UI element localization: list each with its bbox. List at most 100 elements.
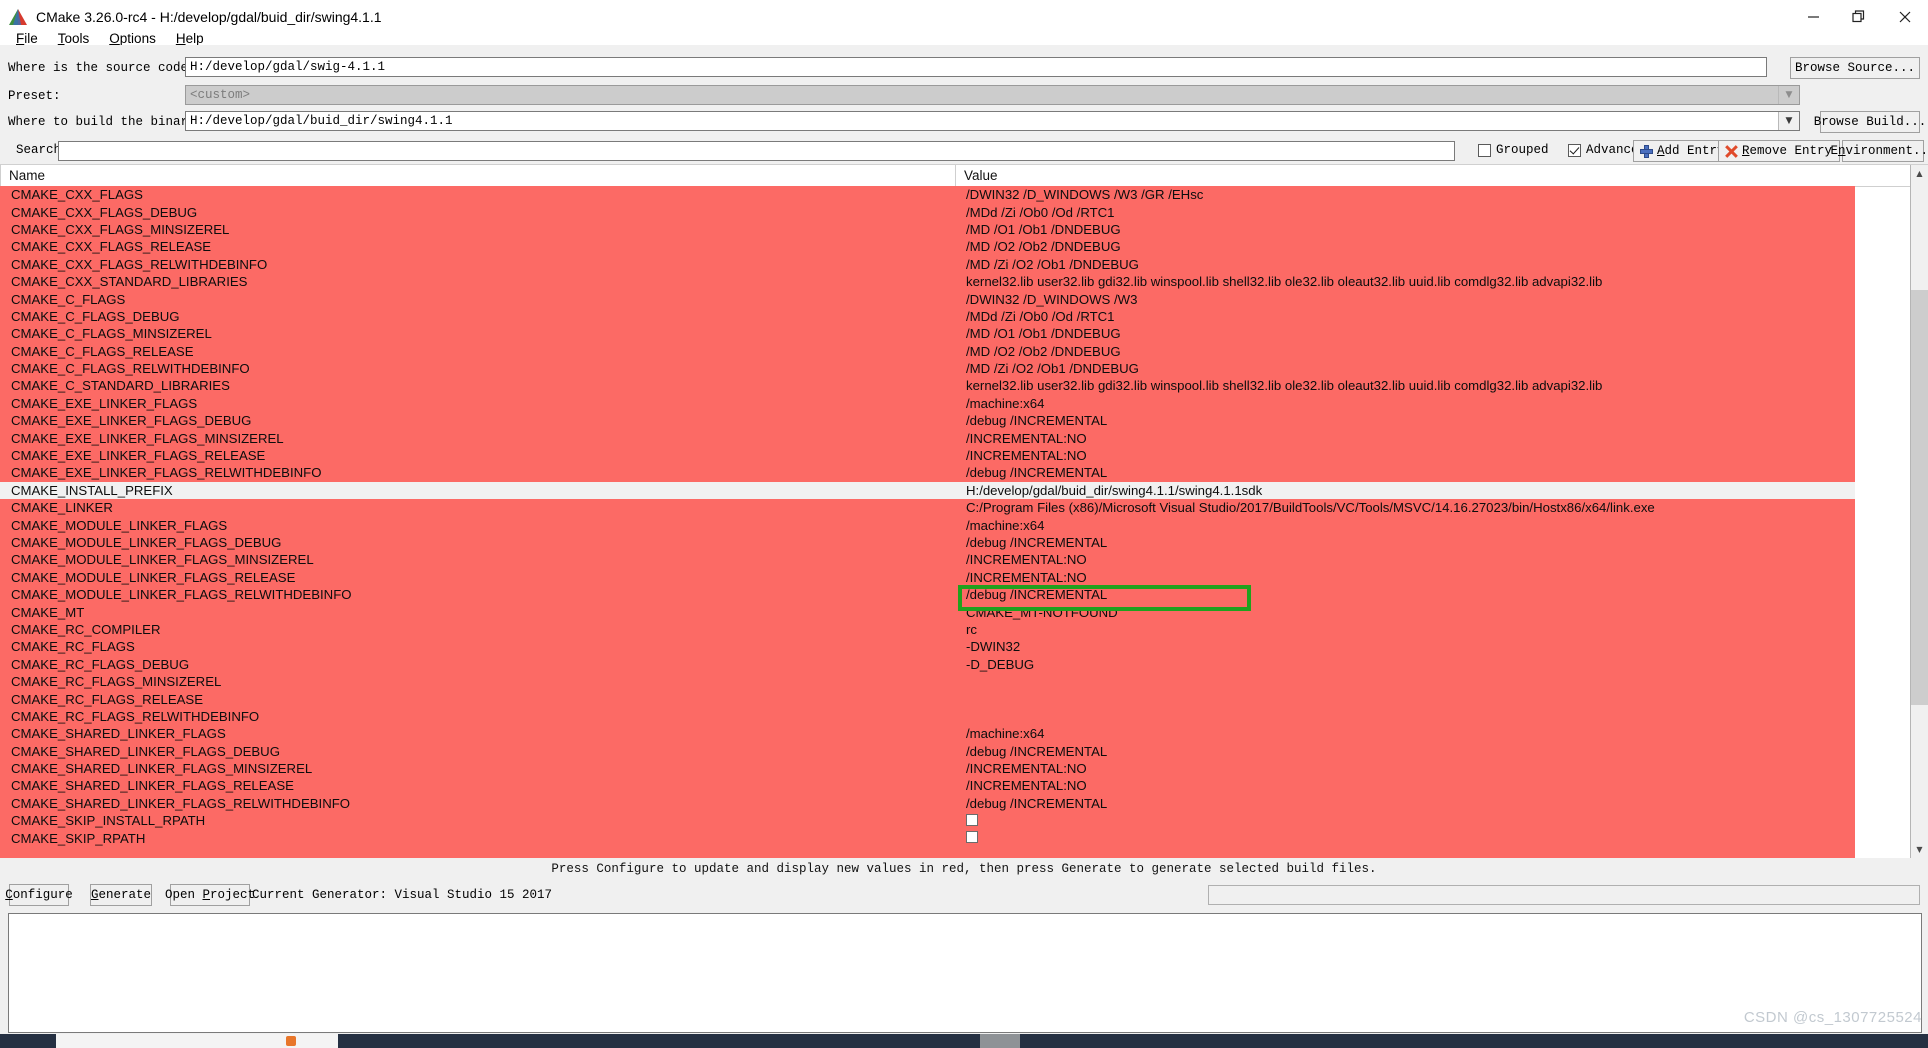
- environment-label: Environment...: [1830, 144, 1928, 158]
- scroll-up-arrow-icon[interactable]: ▲: [1911, 165, 1928, 182]
- scroll-down-arrow-icon[interactable]: ▼: [1911, 841, 1928, 858]
- table-row[interactable]: CMAKE_MODULE_LINKER_FLAGS/machine:x64: [0, 516, 1855, 534]
- table-row[interactable]: [0, 846, 1855, 858]
- table-row[interactable]: CMAKE_SKIP_RPATH: [0, 829, 1855, 847]
- column-header-value[interactable]: Value: [955, 165, 1855, 186]
- table-row[interactable]: CMAKE_C_FLAGS_RELWITHDEBINFO/MD /Zi /O2 …: [0, 359, 1855, 378]
- preset-chevron-down-icon[interactable]: ▼: [1778, 86, 1799, 104]
- cell-name: CMAKE_C_FLAGS_RELEASE: [11, 343, 194, 359]
- table-row[interactable]: CMAKE_SHARED_LINKER_FLAGS/machine:x64: [0, 725, 1855, 743]
- table-row[interactable]: CMAKE_EXE_LINKER_FLAGS_RELWITHDEBINFO/de…: [0, 464, 1855, 482]
- menu-tools-rest: ools: [64, 30, 90, 46]
- table-row[interactable]: CMAKE_CXX_FLAGS_RELWITHDEBINFO/MD /Zi /O…: [0, 255, 1855, 273]
- table-row[interactable]: CMAKE_RC_FLAGS_DEBUG -D_DEBUG: [0, 655, 1855, 673]
- browse-build-button[interactable]: Browse Build...: [1814, 111, 1926, 133]
- preset-value: <custom>: [190, 88, 251, 102]
- cell-name: CMAKE_INSTALL_PREFIX: [11, 482, 173, 498]
- generate-button[interactable]: Generate: [90, 884, 152, 906]
- table-row[interactable]: CMAKE_EXE_LINKER_FLAGS_RELEASE/INCREMENT…: [0, 446, 1855, 465]
- grouped-checkbox-box[interactable]: [1478, 143, 1491, 157]
- table-row[interactable]: CMAKE_C_FLAGS/DWIN32 /D_WINDOWS /W3: [0, 290, 1855, 308]
- table-row[interactable]: CMAKE_SHARED_LINKER_FLAGS_RELWITHDEBINFO…: [0, 794, 1855, 813]
- build-chevron-down-icon[interactable]: ▼: [1778, 112, 1799, 130]
- table-row[interactable]: CMAKE_RC_FLAGS_RELWITHDEBINFO: [0, 707, 1855, 726]
- table-row[interactable]: CMAKE_SKIP_INSTALL_RPATH: [0, 812, 1855, 830]
- table-row[interactable]: CMAKE_LINKER C:/Program Files (x86)/Micro…: [0, 499, 1855, 517]
- cell-value: -D_DEBUG: [966, 656, 1035, 672]
- table-row[interactable]: CMAKE_RC_FLAGS -DWIN32: [0, 638, 1855, 656]
- table-row[interactable]: CMAKE_RC_COMPILER rc: [0, 620, 1855, 639]
- table-row[interactable]: CMAKE_CXX_FLAGS/DWIN32 /D_WINDOWS /W3 /G…: [0, 186, 1855, 204]
- taskbar-active-window[interactable]: [56, 1034, 338, 1048]
- cell-value: rc: [966, 621, 977, 637]
- browse-source-label: Browse Source...: [1794, 61, 1916, 75]
- preset-label: Preset:: [8, 89, 61, 103]
- column-header-name[interactable]: Name: [0, 165, 955, 186]
- table-row[interactable]: CMAKE_SHARED_LINKER_FLAGS_MINSIZEREL/INC…: [0, 759, 1855, 778]
- taskbar-divider: [980, 1034, 1020, 1048]
- table-row[interactable]: CMAKE_CXX_FLAGS_DEBUG/MDd /Zi /Ob0 /Od /…: [0, 203, 1855, 221]
- table-row[interactable]: CMAKE_RC_FLAGS_RELEASE: [0, 690, 1855, 708]
- cell-value: /INCREMENTAL:NO: [966, 552, 1087, 568]
- cell-value: C:/Program Files (x86)/Microsoft Visual …: [966, 500, 1655, 516]
- search-toolbar: Search: Grouped Advanced Add Entry Remov…: [0, 138, 1928, 164]
- cell-name: CMAKE_CXX_FLAGS_MINSIZEREL: [11, 221, 230, 237]
- window-title: CMake 3.26.0-rc4 - H:/develop/gdal/buid_…: [36, 8, 382, 25]
- table-row[interactable]: CMAKE_EXE_LINKER_FLAGS/machine:x64: [0, 394, 1855, 413]
- add-entry-button[interactable]: Add Entry: [1633, 140, 1731, 162]
- preset-combobox[interactable]: <custom> ▼: [185, 85, 1800, 105]
- output-log-area[interactable]: [8, 913, 1922, 1033]
- cell-name: CMAKE_EXE_LINKER_FLAGS_MINSIZEREL: [11, 430, 284, 446]
- open-project-button[interactable]: Open Project: [165, 884, 255, 906]
- table-row[interactable]: CMAKE_C_FLAGS_DEBUG/MDd /Zi /Ob0 /Od /RT…: [0, 307, 1855, 326]
- table-row[interactable]: CMAKE_SHARED_LINKER_FLAGS_RELEASE/INCREM…: [0, 777, 1855, 795]
- cell-name: CMAKE_RC_FLAGS_RELEASE: [11, 691, 204, 707]
- cell-value-checkbox[interactable]: [966, 814, 978, 827]
- menu-options-rest: ptions: [119, 30, 156, 46]
- table-row[interactable]: CMAKE_CXX_FLAGS_RELEASE/MD /O2 /Ob2 /DND…: [0, 238, 1855, 256]
- red-x-icon: [1725, 145, 1738, 158]
- browse-build-label: Browse Build...: [1813, 115, 1927, 129]
- source-label: Where is the source code:: [8, 61, 196, 75]
- cell-name: CMAKE_CXX_FLAGS_RELWITHDEBINFO: [11, 256, 268, 272]
- cell-name: CMAKE_C_FLAGS_MINSIZEREL: [11, 326, 212, 342]
- table-row[interactable]: CMAKE_MODULE_LINKER_FLAGS_MINSIZEREL/INC…: [0, 551, 1855, 569]
- advanced-checkbox-box[interactable]: [1568, 143, 1581, 157]
- cell-name: CMAKE_MODULE_LINKER_FLAGS: [11, 517, 228, 533]
- table-row[interactable]: CMAKE_C_FLAGS_RELEASE/MD /O2 /Ob2 /DNDEB…: [0, 342, 1855, 360]
- search-input[interactable]: [58, 141, 1455, 161]
- configure-button[interactable]: Configure: [5, 884, 73, 906]
- browse-source-button[interactable]: Browse Source...: [1790, 57, 1920, 79]
- table-vertical-scrollbar[interactable]: ▲ ▼: [1910, 165, 1928, 858]
- table-row[interactable]: CMAKE_MODULE_LINKER_FLAGS_RELWITHDEBINFO…: [0, 585, 1855, 604]
- table-row[interactable]: CMAKE_C_STANDARD_LIBRARIES kernel32.lib u…: [0, 377, 1855, 395]
- cell-value: /MDd /Zi /Ob0 /Od /RTC1: [966, 308, 1115, 324]
- table-row[interactable]: CMAKE_SHARED_LINKER_FLAGS_DEBUG/debug /I…: [0, 742, 1855, 760]
- cell-name: CMAKE_MODULE_LINKER_FLAGS_DEBUG: [11, 535, 282, 550]
- table-row[interactable]: CMAKE_MT CMAKE_MT-NOTFOUND: [0, 603, 1855, 621]
- environment-button[interactable]: Environment...: [1830, 140, 1928, 162]
- table-row[interactable]: CMAKE_EXE_LINKER_FLAGS_DEBUG/debug /INCR…: [0, 412, 1855, 430]
- remove-entry-button[interactable]: Remove Entry: [1718, 140, 1840, 162]
- table-row[interactable]: CMAKE_CXX_FLAGS_MINSIZEREL/MD /O1 /Ob1 /…: [0, 220, 1855, 239]
- scrollbar-thumb[interactable]: [1911, 290, 1928, 705]
- table-row[interactable]: CMAKE_EXE_LINKER_FLAGS_MINSIZEREL/INCREM…: [0, 429, 1855, 447]
- table-row[interactable]: CMAKE_INSTALL_PREFIX H:/develop/gdal/buid…: [0, 481, 1855, 500]
- menu-help-rest: elp: [185, 30, 204, 46]
- cell-value: /INCREMENTAL:NO: [966, 778, 1087, 794]
- cell-name: CMAKE_SKIP_RPATH: [11, 830, 146, 846]
- table-row[interactable]: CMAKE_C_FLAGS_MINSIZEREL/MD /O1 /Ob1 /DN…: [0, 325, 1855, 343]
- source-input-value: H:/develop/gdal/swig-4.1.1: [190, 60, 386, 74]
- table-row[interactable]: CMAKE_CXX_STANDARD_LIBRARIES kernel32.lib…: [0, 272, 1855, 291]
- cell-value-checkbox[interactable]: [966, 831, 978, 844]
- table-row[interactable]: CMAKE_MODULE_LINKER_FLAGS_RELEASE/INCREM…: [0, 568, 1855, 586]
- cell-name: CMAKE_SHARED_LINKER_FLAGS_MINSIZEREL: [11, 761, 313, 777]
- table-row[interactable]: CMAKE_MODULE_LINKER_FLAGS_DEBUG/debug /I…: [0, 533, 1855, 552]
- cell-name: CMAKE_SHARED_LINKER_FLAGS_RELEASE: [11, 778, 294, 794]
- cell-name: CMAKE_RC_FLAGS_MINSIZEREL: [11, 674, 222, 690]
- grouped-checkbox[interactable]: Grouped: [1478, 143, 1549, 157]
- source-input[interactable]: H:/develop/gdal/swig-4.1.1: [185, 57, 1767, 77]
- build-input[interactable]: H:/develop/gdal/buid_dir/swing4.1.1 ▼: [185, 111, 1800, 131]
- table-row[interactable]: CMAKE_RC_FLAGS_MINSIZEREL: [0, 672, 1855, 691]
- cell-name: CMAKE_CXX_STANDARD_LIBRARIES: [11, 274, 248, 290]
